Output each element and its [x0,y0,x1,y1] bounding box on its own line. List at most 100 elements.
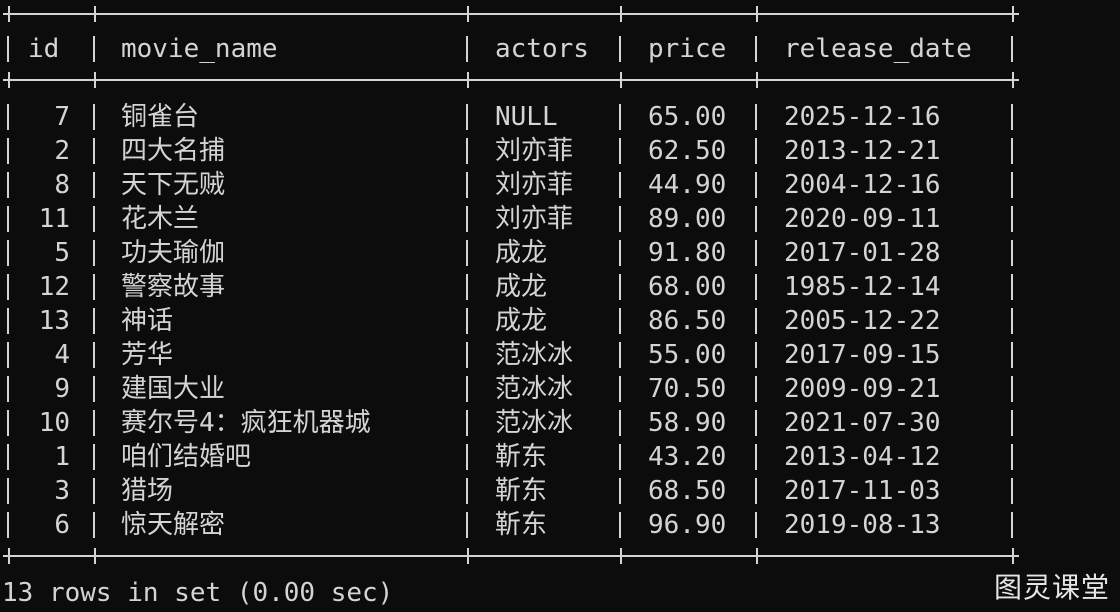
cell-price: 86.50 [648,306,727,336]
column-separator [466,206,468,232]
cell-movie-name: 猎场 [121,476,174,506]
table-corner [751,548,763,564]
column-separator [93,172,95,198]
column-separator [93,512,95,538]
column-separator [466,308,468,334]
cell-id: 7 [54,102,70,132]
table-corner [751,72,763,88]
table-row: 6 惊天解密 靳东 96.90 2019-08-13 [0,508,1120,542]
column-separator [7,138,9,164]
column-separator [466,36,468,62]
table-corner [462,72,474,88]
cell-price: 44.90 [648,170,727,200]
cell-id: 8 [54,170,70,200]
column-separator [1011,36,1013,62]
cell-release-date: 2019-08-13 [784,510,941,540]
cell-release-date: 1985-12-14 [784,272,941,302]
table-corner [615,72,627,88]
column-separator [93,240,95,266]
column-separator [1011,478,1013,504]
column-separator [619,240,621,266]
cell-id: 12 [38,272,70,302]
column-header-release-date: release_date [784,34,972,64]
column-separator [1011,206,1013,232]
cell-release-date: 2017-09-15 [784,340,941,370]
column-separator [619,274,621,300]
cell-price: 96.90 [648,510,727,540]
cell-price: 62.50 [648,136,727,166]
table-corner [462,548,474,564]
column-separator [93,138,95,164]
table-border-bottom [4,555,1016,557]
column-separator [619,206,621,232]
cell-actors: 成龙 [495,306,548,336]
column-separator [93,444,95,470]
column-separator [93,104,95,130]
column-separator [93,342,95,368]
table-row: 13 神话 成龙 86.50 2005-12-22 [0,304,1120,338]
cell-actors: 范冰冰 [495,374,574,404]
cell-movie-name: 四大名捕 [121,136,226,166]
status-line: 13 rows in set (0.00 sec) [2,578,394,608]
column-separator [7,444,9,470]
cell-release-date: 2005-12-22 [784,306,941,336]
table-corner [3,548,15,564]
column-separator [619,104,621,130]
cell-release-date: 2009-09-21 [784,374,941,404]
column-separator [1011,444,1013,470]
cell-release-date: 2021-07-30 [784,408,941,438]
column-separator [1011,104,1013,130]
column-separator [93,36,95,62]
cell-actors: 成龙 [495,238,548,268]
column-separator [93,478,95,504]
column-separator [7,206,9,232]
column-separator [7,308,9,334]
column-separator [1011,308,1013,334]
column-separator [619,308,621,334]
column-header-id: id [28,34,60,64]
table-header: id movie_name actors price release_date [0,32,1120,66]
cell-id: 13 [38,306,70,336]
cell-id: 1 [54,442,70,472]
table-row: 12 警察故事 成龙 68.00 1985-12-14 [0,270,1120,304]
column-separator [755,376,757,402]
column-separator [7,172,9,198]
table-corner [1007,72,1019,88]
column-separator [466,478,468,504]
cell-movie-name: 功夫瑜伽 [121,238,226,268]
cell-id: 2 [54,136,70,166]
table-corner [89,548,101,564]
column-separator [619,342,621,368]
column-separator [755,138,757,164]
column-separator [93,308,95,334]
column-separator [755,104,757,130]
cell-id: 9 [54,374,70,404]
column-separator [466,342,468,368]
column-separator [619,512,621,538]
column-separator [7,104,9,130]
cell-movie-name: 咱们结婚吧 [121,442,252,472]
column-separator [619,376,621,402]
cell-actors: 靳东 [495,476,548,506]
cell-price: 43.20 [648,442,727,472]
column-separator [619,172,621,198]
cell-id: 4 [54,340,70,370]
column-separator [466,274,468,300]
cell-actors: 范冰冰 [495,408,574,438]
table-corner [1007,548,1019,564]
column-separator [466,240,468,266]
column-separator [619,410,621,436]
column-separator [1011,410,1013,436]
table-corner [462,6,474,22]
cell-id: 5 [54,238,70,268]
column-separator [466,410,468,436]
column-separator [1011,138,1013,164]
column-separator [755,240,757,266]
cell-movie-name: 建国大业 [121,374,226,404]
table-corner [89,6,101,22]
column-header-actors: actors [495,34,589,64]
terminal-window: id movie_name actors price release_date 7 铜雀台 N… [0,0,1120,612]
column-separator [755,206,757,232]
cell-movie-name: 铜雀台 [121,102,200,132]
column-separator [7,274,9,300]
